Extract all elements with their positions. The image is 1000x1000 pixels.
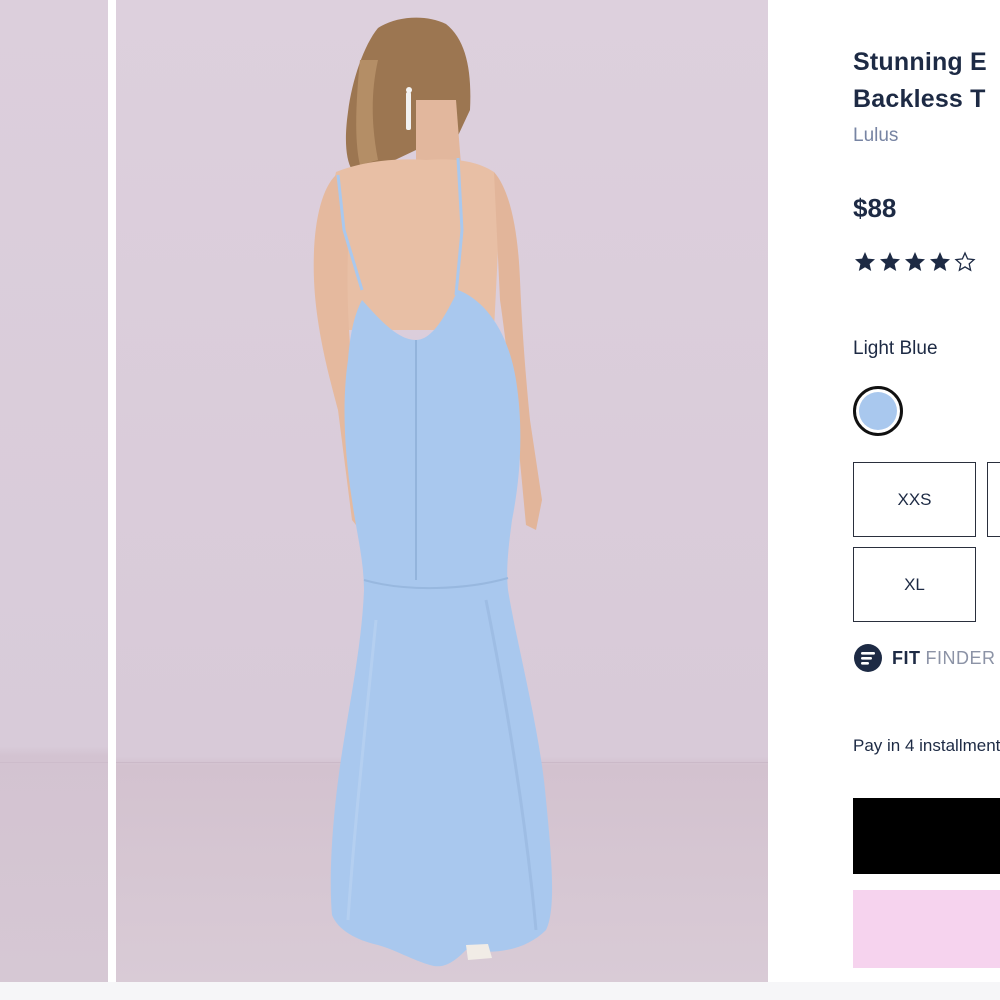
star-filled-icon — [930, 252, 950, 271]
gallery-bottom-strip — [0, 982, 1000, 1000]
fit-finder-label-strong: FIT — [892, 647, 921, 668]
product-title-line2: Backless T — [853, 85, 986, 113]
model-photo — [116, 17, 768, 967]
swatch-fill — [859, 392, 897, 430]
product-info-panel: Stunning E Backless T Lulus $88 Light Bl… — [853, 0, 1000, 1000]
installments-text: Pay in 4 installments — [853, 736, 1000, 755]
selected-color-label: Light Blue — [853, 338, 938, 359]
thumbnail-previous[interactable] — [0, 0, 108, 982]
secondary-action-button[interactable] — [853, 890, 1000, 968]
star-filled-icon — [855, 252, 875, 271]
star-outline-icon — [954, 251, 976, 272]
color-swatch-light-blue[interactable] — [853, 386, 903, 436]
size-option-xs[interactable] — [987, 462, 1000, 537]
size-option-xl[interactable]: XL — [853, 547, 976, 622]
product-price: $88 — [853, 193, 897, 223]
fit-finder-link[interactable]: FIT FINDER — [853, 643, 996, 673]
brand-link[interactable]: Lulus — [853, 125, 898, 147]
star-filled-icon — [905, 252, 925, 271]
fit-finder-label-light: FINDER — [925, 647, 996, 668]
rating-stars[interactable] — [853, 250, 977, 274]
size-option-xxs[interactable]: XXS — [853, 462, 976, 537]
gallery-divider — [108, 0, 116, 982]
product-title-line1: Stunning E — [853, 48, 987, 76]
star-filled-icon — [880, 252, 900, 271]
product-main-image[interactable]: 3K — [116, 0, 768, 982]
add-to-bag-button[interactable] — [853, 798, 1000, 874]
floor-line — [0, 762, 108, 763]
fit-finder-icon — [854, 644, 882, 672]
product-title: Stunning E Backless T — [853, 44, 1000, 118]
